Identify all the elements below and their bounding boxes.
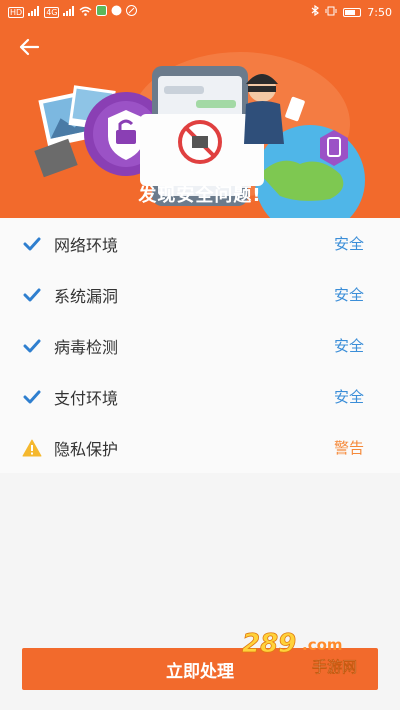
list-item-label: 病毒检测 (54, 337, 119, 357)
handle-now-button[interactable]: 立即处理 (22, 648, 378, 690)
list-item-label: 隐私保护 (54, 439, 119, 459)
signal-icon (28, 5, 40, 19)
list-item-payment: 支付环境 安全 (0, 371, 400, 422)
list-item-network: 网络环境 安全 (0, 218, 400, 269)
status-right: 7:50 (311, 4, 392, 19)
check-icon (22, 336, 42, 356)
network-chip: HD (8, 6, 25, 18)
vibrate-icon (325, 6, 337, 19)
status-label: 警告 (333, 439, 364, 457)
list-item-system: 系统漏洞 安全 (0, 269, 400, 320)
status-label: 安全 (333, 337, 364, 355)
back-arrow-icon (19, 38, 40, 56)
list-item-label: 系统漏洞 (54, 286, 119, 306)
check-icon (22, 387, 42, 407)
check-icon (22, 285, 42, 305)
page-title: 发现安全问题! (138, 185, 262, 206)
back-button[interactable] (18, 36, 46, 64)
bluetooth-icon (311, 4, 320, 19)
wifi-icon (79, 6, 92, 19)
signal-icon (63, 5, 75, 19)
list-item-virus: 病毒检测 安全 (0, 320, 400, 371)
status-label: 安全 (333, 286, 364, 304)
app-notification-icon (126, 5, 138, 19)
app-notification-icon (96, 5, 108, 19)
status-label: 安全 (333, 388, 364, 406)
app-notification-icon (111, 5, 122, 19)
list-item-privacy: 隐私保护 警告 (0, 422, 400, 473)
battery-icon (343, 7, 362, 17)
list-item-label: 网络环境 (54, 235, 119, 255)
hero-banner: 发现安全问题! (0, 24, 400, 218)
list-item-label: 支付环境 (54, 388, 119, 408)
check-icon (22, 234, 42, 254)
clock: 7:50 (367, 5, 392, 19)
status-bar: HD 4G 7:50 (0, 0, 400, 24)
security-check-list: 网络环境 安全 系统漏洞 安全 病毒检测 安全 支付环境 安全 隐私保护 警告 (0, 218, 400, 473)
status-left: HD 4G (8, 5, 138, 19)
warning-icon (22, 438, 42, 458)
status-label: 安全 (333, 235, 364, 253)
network-chip: 4G (44, 6, 60, 18)
